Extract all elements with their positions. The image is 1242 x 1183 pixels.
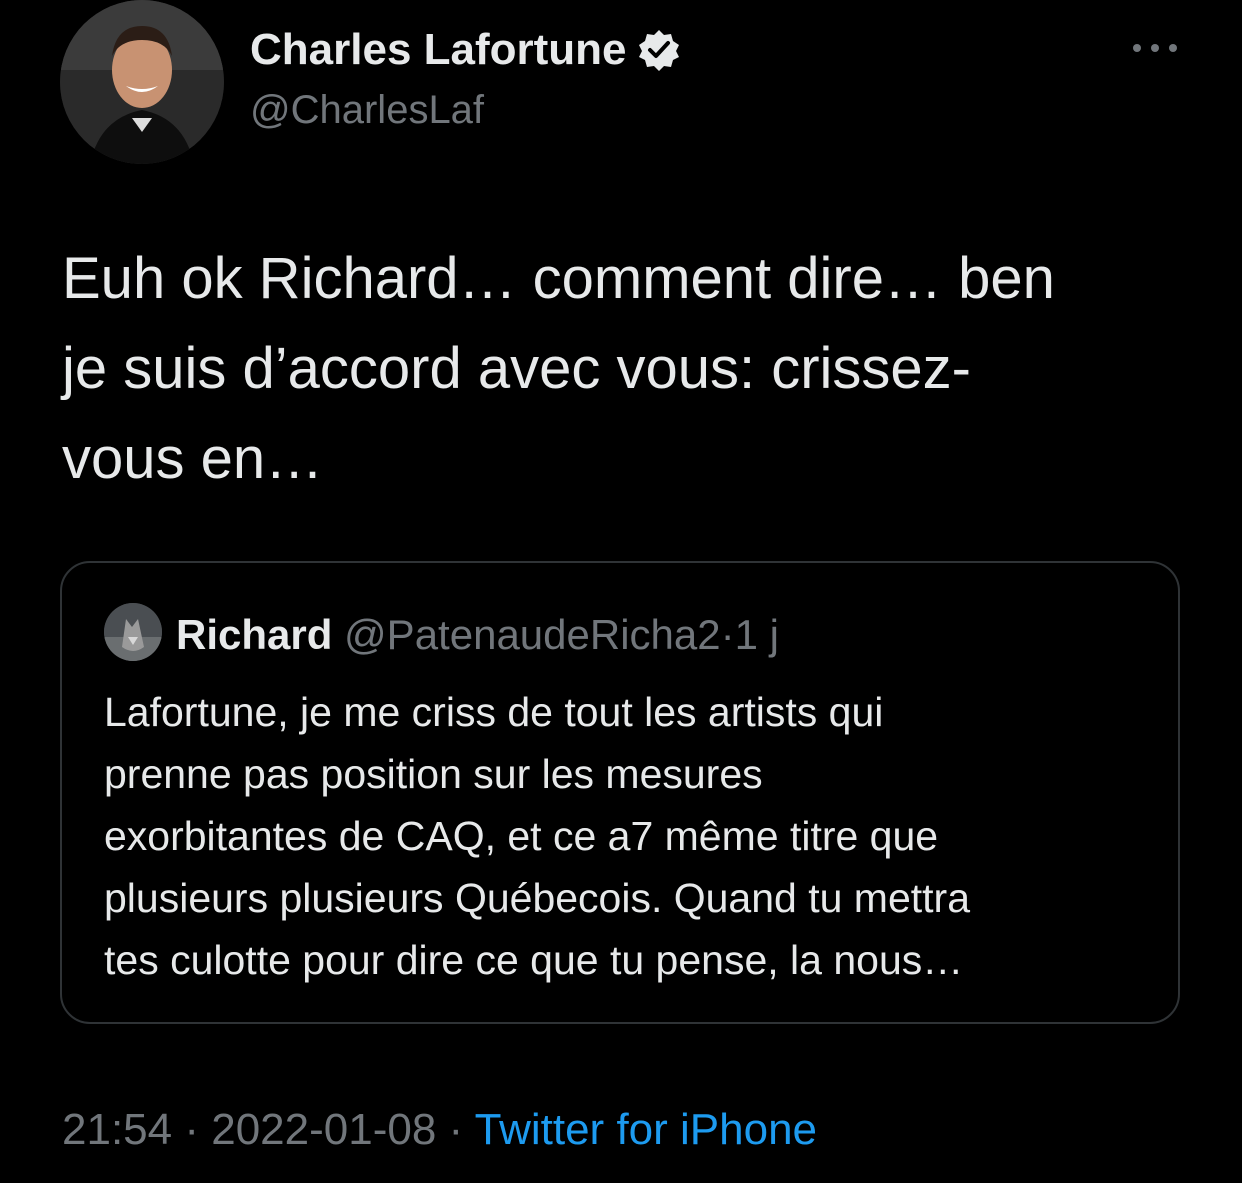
quoted-text-line: prenne pas position sur les mesures xyxy=(104,751,763,797)
quoted-text-line: tes culotte pour dire ce que tu pense, l… xyxy=(104,937,964,983)
tweet-time[interactable]: 21:54 xyxy=(62,1105,172,1154)
quoted-header: Richard @PatenaudeRicha2·1 j xyxy=(176,607,779,663)
more-options-icon[interactable] xyxy=(1130,36,1180,60)
quoted-text-line: plusieurs plusieurs Québecois. Quand tu … xyxy=(104,875,971,921)
verified-badge-icon xyxy=(637,28,681,72)
quoted-handle[interactable]: @PatenaudeRicha2 xyxy=(344,611,721,658)
quoted-tweet[interactable]: Richard @PatenaudeRicha2·1 j Lafortune, … xyxy=(60,561,1180,1024)
quoted-separator: · xyxy=(720,611,735,658)
tweet-source-link[interactable]: Twitter for iPhone xyxy=(475,1105,817,1154)
tweet-date[interactable]: 2022-01-08 xyxy=(211,1105,436,1154)
quoted-text: Lafortune, je me criss de tout les artis… xyxy=(104,681,1164,991)
quoted-display-name[interactable]: Richard xyxy=(176,611,332,658)
author-name-text: Charles Lafortune xyxy=(250,25,627,74)
tweet-text-line: Euh ok Richard… comment dire… ben xyxy=(62,246,1055,311)
wolf-photo-icon xyxy=(104,603,162,661)
tweet-text: Euh ok Richard… comment dire… ben je sui… xyxy=(62,234,1182,504)
author-display-name[interactable]: Charles Lafortune xyxy=(250,25,681,75)
tweet-text-line: je suis d’accord avec vous: crissez- xyxy=(62,336,971,401)
quoted-text-line: exorbitantes de CAQ, et ce a7 même titre… xyxy=(104,813,939,859)
author-avatar[interactable] xyxy=(60,0,224,164)
meta-separator: · xyxy=(184,1105,199,1154)
quoted-author-avatar[interactable] xyxy=(104,603,162,661)
quoted-time[interactable]: 1 j xyxy=(735,611,779,658)
tweet-meta: 21:54 · 2022-01-08 · Twitter for iPhone xyxy=(62,1100,817,1160)
tweet-text-line: vous en… xyxy=(62,426,324,491)
author-handle[interactable]: @CharlesLaf xyxy=(250,88,484,133)
profile-photo xyxy=(60,0,224,164)
meta-separator: · xyxy=(448,1105,464,1154)
quoted-text-line: Lafortune, je me criss de tout les artis… xyxy=(104,689,884,735)
